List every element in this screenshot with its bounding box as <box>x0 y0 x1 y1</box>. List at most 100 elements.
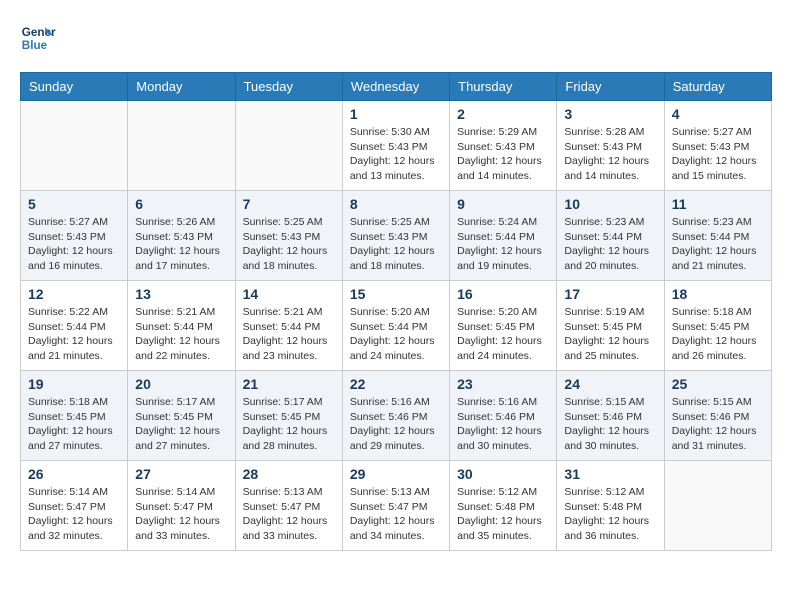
calendar-cell: 23 Sunrise: 5:16 AM Sunset: 5:46 PM Dayli… <box>450 371 557 461</box>
day-number: 8 <box>350 196 442 212</box>
col-header-thursday: Thursday <box>450 73 557 101</box>
day-info: Sunrise: 5:27 AM Sunset: 5:43 PM Dayligh… <box>28 215 120 274</box>
calendar-cell: 24 Sunrise: 5:15 AM Sunset: 5:46 PM Dayli… <box>557 371 664 461</box>
day-info: Sunrise: 5:27 AM Sunset: 5:43 PM Dayligh… <box>672 125 764 184</box>
day-number: 22 <box>350 376 442 392</box>
page-header: General Blue <box>20 20 772 56</box>
calendar-cell: 16 Sunrise: 5:20 AM Sunset: 5:45 PM Dayli… <box>450 281 557 371</box>
col-header-wednesday: Wednesday <box>342 73 449 101</box>
day-info: Sunrise: 5:25 AM Sunset: 5:43 PM Dayligh… <box>350 215 442 274</box>
day-info: Sunrise: 5:12 AM Sunset: 5:48 PM Dayligh… <box>564 485 656 544</box>
calendar-cell <box>128 101 235 191</box>
day-number: 21 <box>243 376 335 392</box>
calendar-cell: 12 Sunrise: 5:22 AM Sunset: 5:44 PM Dayli… <box>21 281 128 371</box>
calendar-cell: 10 Sunrise: 5:23 AM Sunset: 5:44 PM Dayli… <box>557 191 664 281</box>
day-info: Sunrise: 5:13 AM Sunset: 5:47 PM Dayligh… <box>350 485 442 544</box>
calendar-cell: 3 Sunrise: 5:28 AM Sunset: 5:43 PM Daylig… <box>557 101 664 191</box>
calendar-cell <box>21 101 128 191</box>
calendar-cell: 13Sunrise: 5:21 AM Sunset: 5:44 PM Dayli… <box>128 281 235 371</box>
day-number: 15 <box>350 286 442 302</box>
calendar-cell: 18 Sunrise: 5:18 AM Sunset: 5:45 PM Dayli… <box>664 281 771 371</box>
svg-text:General: General <box>22 26 56 39</box>
day-number: 26 <box>28 466 120 482</box>
calendar-cell: 21Sunrise: 5:17 AM Sunset: 5:45 PM Dayli… <box>235 371 342 461</box>
day-number: 7 <box>243 196 335 212</box>
calendar-week-row: 5 Sunrise: 5:27 AM Sunset: 5:43 PM Daylig… <box>21 191 772 281</box>
calendar-cell: 1Sunrise: 5:30 AM Sunset: 5:43 PM Daylig… <box>342 101 449 191</box>
day-number: 27 <box>135 466 227 482</box>
day-number: 28 <box>243 466 335 482</box>
col-header-sunday: Sunday <box>21 73 128 101</box>
calendar-cell: 6 Sunrise: 5:26 AM Sunset: 5:43 PM Daylig… <box>128 191 235 281</box>
day-number: 24 <box>564 376 656 392</box>
day-number: 17 <box>564 286 656 302</box>
day-info: Sunrise: 5:26 AM Sunset: 5:43 PM Dayligh… <box>135 215 227 274</box>
calendar-cell: 8 Sunrise: 5:25 AM Sunset: 5:43 PM Daylig… <box>342 191 449 281</box>
day-info: Sunrise: 5:25 AM Sunset: 5:43 PM Dayligh… <box>243 215 335 274</box>
day-number: 4 <box>672 106 764 122</box>
calendar-cell: 30 Sunrise: 5:12 AM Sunset: 5:48 PM Dayli… <box>450 461 557 551</box>
calendar-cell <box>664 461 771 551</box>
calendar-cell: 11Sunrise: 5:23 AM Sunset: 5:44 PM Dayli… <box>664 191 771 281</box>
day-number: 25 <box>672 376 764 392</box>
calendar-cell: 20 Sunrise: 5:17 AM Sunset: 5:45 PM Dayli… <box>128 371 235 461</box>
day-number: 1 <box>350 106 442 122</box>
svg-text:Blue: Blue <box>22 39 48 52</box>
day-info: Sunrise: 5:20 AM Sunset: 5:44 PM Dayligh… <box>350 305 442 364</box>
col-header-tuesday: Tuesday <box>235 73 342 101</box>
day-number: 3 <box>564 106 656 122</box>
day-number: 2 <box>457 106 549 122</box>
day-info: Sunrise: 5:16 AM Sunset: 5:46 PM Dayligh… <box>457 395 549 454</box>
day-info: Sunrise: 5:28 AM Sunset: 5:43 PM Dayligh… <box>564 125 656 184</box>
day-number: 14 <box>243 286 335 302</box>
day-number: 6 <box>135 196 227 212</box>
day-number: 13 <box>135 286 227 302</box>
calendar-cell: 2 Sunrise: 5:29 AM Sunset: 5:43 PM Daylig… <box>450 101 557 191</box>
day-info: Sunrise: 5:20 AM Sunset: 5:45 PM Dayligh… <box>457 305 549 364</box>
day-number: 19 <box>28 376 120 392</box>
day-number: 18 <box>672 286 764 302</box>
day-number: 23 <box>457 376 549 392</box>
calendar-week-row: 1Sunrise: 5:30 AM Sunset: 5:43 PM Daylig… <box>21 101 772 191</box>
day-info: Sunrise: 5:16 AM Sunset: 5:46 PM Dayligh… <box>350 395 442 454</box>
day-number: 5 <box>28 196 120 212</box>
calendar-week-row: 12 Sunrise: 5:22 AM Sunset: 5:44 PM Dayli… <box>21 281 772 371</box>
day-number: 9 <box>457 196 549 212</box>
day-info: Sunrise: 5:21 AM Sunset: 5:44 PM Dayligh… <box>243 305 335 364</box>
calendar-cell: 19 Sunrise: 5:18 AM Sunset: 5:45 PM Dayli… <box>21 371 128 461</box>
day-info: Sunrise: 5:15 AM Sunset: 5:46 PM Dayligh… <box>564 395 656 454</box>
day-info: Sunrise: 5:23 AM Sunset: 5:44 PM Dayligh… <box>564 215 656 274</box>
logo-icon: General Blue <box>20 20 56 56</box>
calendar-cell: 5 Sunrise: 5:27 AM Sunset: 5:43 PM Daylig… <box>21 191 128 281</box>
calendar-cell: 17 Sunrise: 5:19 AM Sunset: 5:45 PM Dayli… <box>557 281 664 371</box>
calendar-header-row: SundayMondayTuesdayWednesdayThursdayFrid… <box>21 73 772 101</box>
calendar-week-row: 19 Sunrise: 5:18 AM Sunset: 5:45 PM Dayli… <box>21 371 772 461</box>
calendar-cell: 22 Sunrise: 5:16 AM Sunset: 5:46 PM Dayli… <box>342 371 449 461</box>
calendar-cell <box>235 101 342 191</box>
day-info: Sunrise: 5:22 AM Sunset: 5:44 PM Dayligh… <box>28 305 120 364</box>
calendar-cell: 27 Sunrise: 5:14 AM Sunset: 5:47 PM Dayli… <box>128 461 235 551</box>
day-number: 10 <box>564 196 656 212</box>
day-number: 30 <box>457 466 549 482</box>
day-info: Sunrise: 5:29 AM Sunset: 5:43 PM Dayligh… <box>457 125 549 184</box>
calendar-cell: 28 Sunrise: 5:13 AM Sunset: 5:47 PM Dayli… <box>235 461 342 551</box>
calendar-cell: 9 Sunrise: 5:24 AM Sunset: 5:44 PM Daylig… <box>450 191 557 281</box>
calendar-week-row: 26 Sunrise: 5:14 AM Sunset: 5:47 PM Dayli… <box>21 461 772 551</box>
day-info: Sunrise: 5:17 AM Sunset: 5:45 PM Dayligh… <box>135 395 227 454</box>
day-info: Sunrise: 5:13 AM Sunset: 5:47 PM Dayligh… <box>243 485 335 544</box>
day-info: Sunrise: 5:18 AM Sunset: 5:45 PM Dayligh… <box>672 305 764 364</box>
day-info: Sunrise: 5:24 AM Sunset: 5:44 PM Dayligh… <box>457 215 549 274</box>
day-info: Sunrise: 5:14 AM Sunset: 5:47 PM Dayligh… <box>135 485 227 544</box>
logo: General Blue <box>20 20 56 56</box>
day-number: 31 <box>564 466 656 482</box>
day-number: 16 <box>457 286 549 302</box>
day-info: Sunrise: 5:15 AM Sunset: 5:46 PM Dayligh… <box>672 395 764 454</box>
day-info: Sunrise: 5:18 AM Sunset: 5:45 PM Dayligh… <box>28 395 120 454</box>
day-info: Sunrise: 5:12 AM Sunset: 5:48 PM Dayligh… <box>457 485 549 544</box>
calendar-cell: 29Sunrise: 5:13 AM Sunset: 5:47 PM Dayli… <box>342 461 449 551</box>
col-header-monday: Monday <box>128 73 235 101</box>
day-number: 12 <box>28 286 120 302</box>
day-info: Sunrise: 5:19 AM Sunset: 5:45 PM Dayligh… <box>564 305 656 364</box>
day-number: 20 <box>135 376 227 392</box>
calendar-cell: 31 Sunrise: 5:12 AM Sunset: 5:48 PM Dayli… <box>557 461 664 551</box>
